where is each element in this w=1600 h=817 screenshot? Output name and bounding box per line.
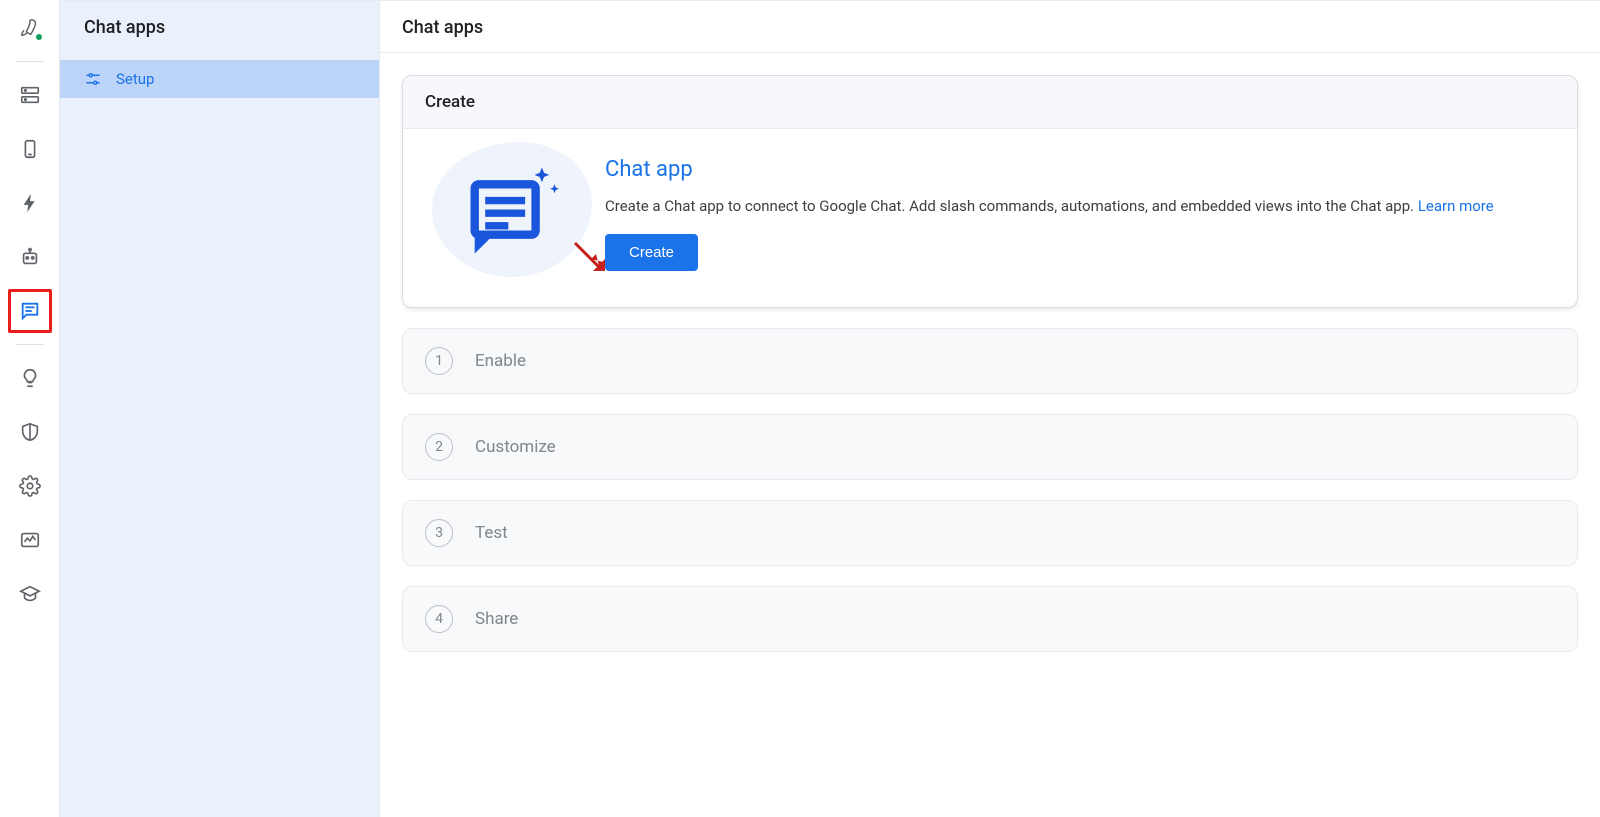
- page-title: Chat apps: [380, 1, 1600, 53]
- create-card: Create: [402, 75, 1578, 308]
- nav-rocket[interactable]: [10, 8, 50, 48]
- step-label: Enable: [475, 351, 526, 371]
- nav-chat[interactable]: [10, 291, 50, 331]
- main-panel: Chat apps Create: [380, 0, 1600, 817]
- tune-icon: [84, 70, 102, 88]
- step-number: 4: [425, 605, 453, 633]
- nav-activity[interactable]: [10, 520, 50, 560]
- rail-separator: [16, 344, 44, 345]
- phone-icon: [19, 138, 41, 160]
- icon-rail: [0, 0, 60, 817]
- nav-shield[interactable]: [10, 412, 50, 452]
- create-card-title: Create: [403, 76, 1577, 129]
- step-share[interactable]: 4 Share: [402, 586, 1578, 652]
- chat-app-illustration: [427, 157, 597, 262]
- nav-phone[interactable]: [10, 129, 50, 169]
- education-icon: [19, 583, 41, 605]
- step-label: Share: [475, 609, 518, 629]
- learn-more-link[interactable]: Learn more: [1418, 197, 1494, 215]
- status-dot-icon: [34, 32, 44, 42]
- main-content: Create: [380, 53, 1600, 674]
- nav-storage[interactable]: [10, 75, 50, 115]
- rail-separator: [16, 61, 44, 62]
- create-card-description: Create a Chat app to connect to Google C…: [605, 194, 1553, 218]
- step-test[interactable]: 3 Test: [402, 500, 1578, 566]
- step-customize[interactable]: 2 Customize: [402, 414, 1578, 480]
- step-enable[interactable]: 1 Enable: [402, 328, 1578, 394]
- sidebar-item-label: Setup: [116, 70, 154, 88]
- lightbulb-icon: [19, 367, 41, 389]
- step-label: Customize: [475, 437, 556, 457]
- app-layout: Chat apps Setup Chat apps Create: [0, 0, 1600, 817]
- chat-icon: [19, 300, 41, 322]
- step-number: 3: [425, 519, 453, 547]
- nav-robot[interactable]: [10, 237, 50, 277]
- bolt-icon: [19, 192, 41, 214]
- create-button[interactable]: Create: [605, 234, 698, 271]
- step-label: Test: [475, 523, 508, 543]
- nav-settings[interactable]: [10, 466, 50, 506]
- settings-icon: [19, 475, 41, 497]
- create-card-heading: Chat app: [605, 157, 1553, 182]
- activity-icon: [19, 529, 41, 551]
- step-number: 2: [425, 433, 453, 461]
- shield-icon: [19, 421, 41, 443]
- nav-lightbulb[interactable]: [10, 358, 50, 398]
- nav-education[interactable]: [10, 574, 50, 614]
- robot-icon: [19, 246, 41, 268]
- nav-bolt[interactable]: [10, 183, 50, 223]
- sidebar-title: Chat apps: [60, 17, 379, 60]
- storage-icon: [19, 84, 41, 106]
- step-number: 1: [425, 347, 453, 375]
- sidebar-item-setup[interactable]: Setup: [60, 60, 379, 98]
- secondary-sidebar: Chat apps Setup: [60, 0, 380, 817]
